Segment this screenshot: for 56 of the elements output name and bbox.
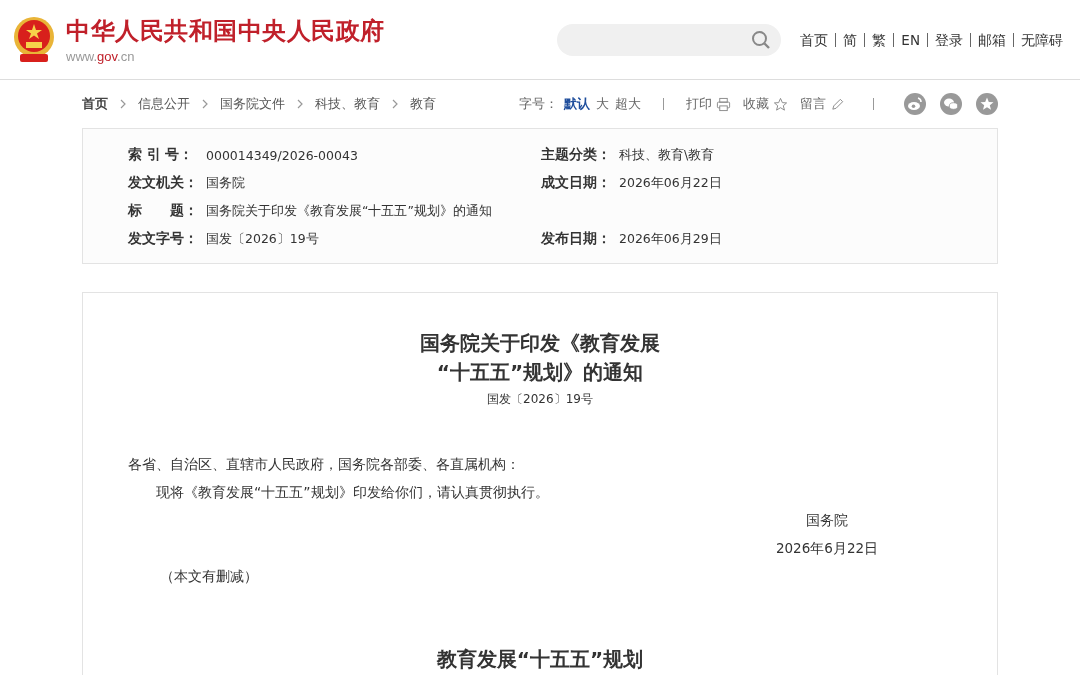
body-text: 现将《教育发展“十五五”规划》印发给你们，请认真贯彻执行。 [155, 483, 550, 502]
breadcrumb-link[interactable]: 信息公开 [138, 95, 190, 113]
signature: 国务院 [805, 511, 849, 530]
chevron-icon [120, 99, 126, 109]
action-link[interactable]: 收藏 [743, 95, 788, 113]
nav-link[interactable]: 无障碍 [1013, 32, 1070, 47]
nav-link[interactable]: 首页 [793, 32, 836, 47]
site-url[interactable]: www.gov.cn [66, 49, 385, 64]
field-label: 发文字号： [128, 230, 199, 248]
font-size-label: 字号： [519, 95, 558, 113]
nav-link[interactable]: EN [893, 32, 927, 47]
section-heading: 教育发展“十五五”规划 [435, 646, 645, 673]
document-title: “十五五”规划》的通知 [435, 359, 645, 386]
action-link[interactable]: 留言 [800, 95, 845, 113]
document-title: 国务院关于印发《教育发展 [419, 330, 661, 357]
font-size-option[interactable]: 超大 [615, 95, 641, 113]
action-link[interactable]: 打印 [686, 95, 731, 113]
field-value: 科技、教育\教育 [619, 146, 715, 164]
nav-link[interactable]: 登录 [927, 32, 970, 47]
field-value: 国务院关于印发《教育发展“十五五”规划》的通知 [206, 202, 492, 220]
chat-bubbles-icon[interactable] [940, 93, 962, 115]
note-text: （本文有删减） [159, 567, 259, 586]
salutation: 各省、自治区、直辖市人民政府，国务院各部委、各直属机构： [128, 455, 521, 474]
field-label: 标 题： [128, 202, 199, 220]
font-size-option[interactable]: 默认 [564, 95, 590, 113]
field-value: 国发〔2026〕19号 [206, 230, 319, 248]
field-label: 主题分类： [541, 146, 612, 164]
printer-icon [716, 96, 731, 112]
nav-link[interactable]: 繁 [864, 32, 894, 47]
chevron-icon [297, 99, 303, 109]
field-value: 国务院 [206, 174, 245, 192]
chevron-icon [392, 99, 398, 109]
breadcrumb-link[interactable]: 教育 [410, 95, 436, 113]
chevron-icon [202, 99, 208, 109]
star-icon [773, 96, 788, 112]
field-value: 000014349/2026-00043 [206, 147, 358, 163]
site-title[interactable]: 中华人民共和国中央人民政府 [66, 15, 385, 47]
field-label: 成文日期： [541, 174, 612, 192]
field-label: 发文机关： [128, 174, 199, 192]
font-size-option[interactable]: 大 [596, 95, 609, 113]
emblem-icon [12, 15, 56, 64]
search-field[interactable] [557, 23, 782, 56]
signature-date: 2026年6月22日 [774, 539, 880, 558]
document-number: 国发〔2026〕19号 [486, 391, 594, 408]
breadcrumb-link[interactable]: 科技、教育 [315, 95, 380, 113]
breadcrumb-link[interactable]: 国务院文件 [220, 95, 285, 113]
pencil-icon [830, 96, 845, 112]
nav-link[interactable]: 邮箱 [970, 32, 1013, 47]
field-label: 发布日期： [541, 230, 612, 248]
nav-link[interactable]: 简 [835, 32, 865, 47]
field-value: 2026年06月29日 [619, 230, 722, 248]
field-value: 2026年06月22日 [619, 174, 722, 192]
search-icon[interactable] [751, 29, 772, 50]
share-icon[interactable] [904, 93, 926, 115]
field-label: 索 引 号： [128, 146, 195, 164]
breadcrumb-link[interactable]: 首页 [82, 95, 108, 113]
